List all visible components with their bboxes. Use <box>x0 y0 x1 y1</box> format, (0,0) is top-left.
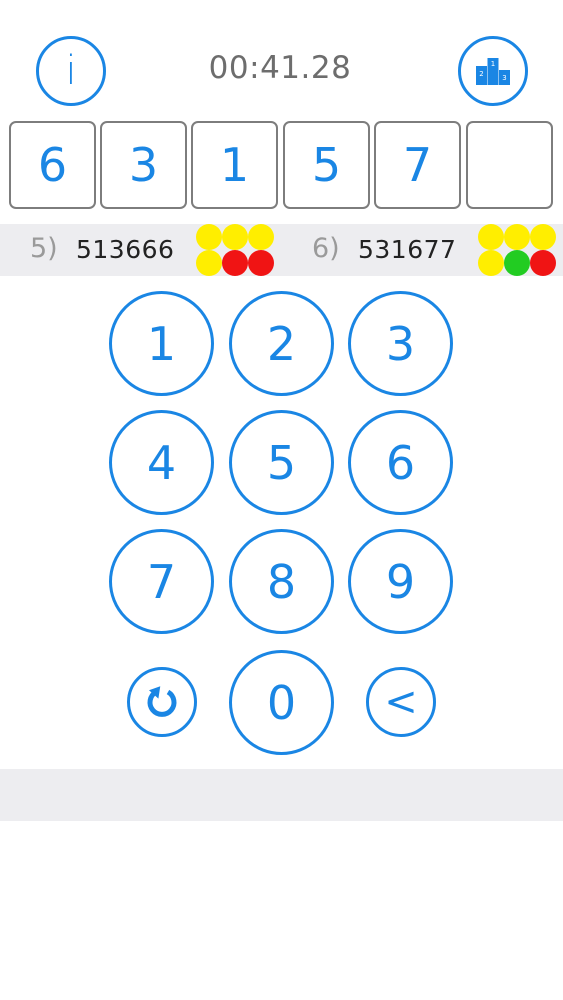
history-code: 513666 <box>76 235 175 264</box>
history-entry: 5) 513666 <box>0 224 282 276</box>
info-button[interactable]: i <box>36 36 106 106</box>
feedback-peg-yellow <box>196 224 222 250</box>
key-5[interactable]: 5 <box>229 410 334 515</box>
feedback-peg-red <box>222 250 248 276</box>
info-icon: i <box>65 48 77 94</box>
key-4[interactable]: 4 <box>109 410 214 515</box>
reset-button[interactable] <box>127 667 197 737</box>
history-code: 531677 <box>358 235 457 264</box>
timer: 00:41.28 <box>208 50 352 86</box>
key-0[interactable]: 0 <box>229 650 334 755</box>
guess-slot-1: 6 <box>9 121 96 209</box>
podium-icon: 2 1 3 <box>476 58 510 85</box>
leaderboard-button[interactable]: 2 1 3 <box>458 36 528 106</box>
key-1[interactable]: 1 <box>109 291 214 396</box>
feedback-peg-yellow <box>478 250 504 276</box>
top-bar: i 00:41.28 2 1 3 <box>0 0 563 120</box>
svg-text:2: 2 <box>479 70 483 78</box>
history-index: 5) <box>30 233 58 264</box>
history-index: 6) <box>312 233 340 264</box>
guess-history: 5) 513666 6) 531677 <box>0 224 563 276</box>
key-7[interactable]: 7 <box>109 529 214 634</box>
key-6[interactable]: 6 <box>348 410 453 515</box>
feedback-peg-red <box>530 250 556 276</box>
backspace-button[interactable]: < <box>366 667 436 737</box>
guess-slot-6 <box>466 121 553 209</box>
history-entry: 6) 531677 <box>282 224 563 276</box>
feedback-peg-yellow <box>196 250 222 276</box>
feedback-peg-yellow <box>222 224 248 250</box>
feedback-peg-yellow <box>248 224 274 250</box>
refresh-icon <box>147 686 177 717</box>
feedback-peg-yellow <box>530 224 556 250</box>
key-3[interactable]: 3 <box>348 291 453 396</box>
key-2[interactable]: 2 <box>229 291 334 396</box>
guess-slot-2: 3 <box>100 121 187 209</box>
bottom-strip <box>0 769 563 821</box>
feedback-peg-green <box>504 250 530 276</box>
guess-slot-4: 5 <box>283 121 370 209</box>
guess-slot-3: 1 <box>191 121 278 209</box>
key-8[interactable]: 8 <box>229 529 334 634</box>
svg-text:1: 1 <box>491 60 495 68</box>
key-9[interactable]: 9 <box>348 529 453 634</box>
guess-slot-5: 7 <box>374 121 461 209</box>
feedback-peg-yellow <box>504 224 530 250</box>
feedback-peg-yellow <box>478 224 504 250</box>
feedback-peg-red <box>248 250 274 276</box>
svg-text:3: 3 <box>502 74 506 82</box>
